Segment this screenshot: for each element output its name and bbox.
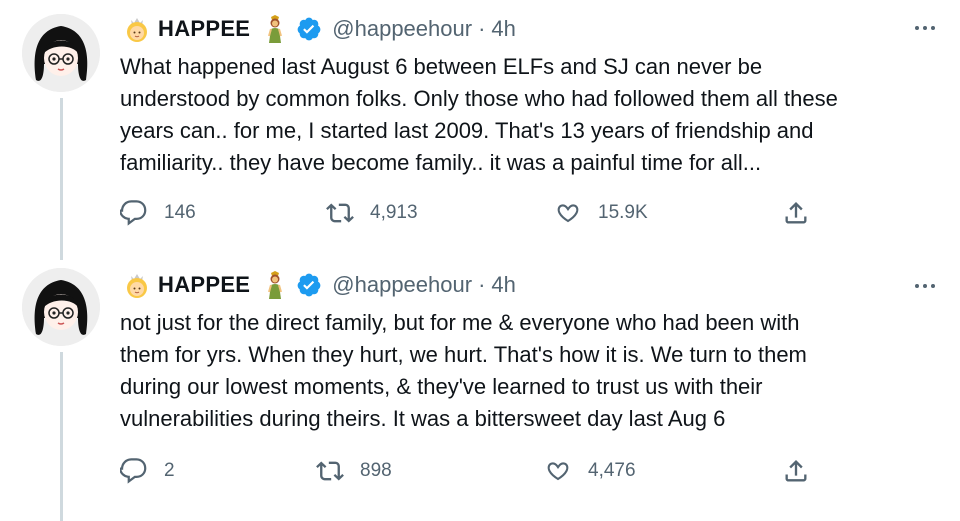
display-name[interactable]: HAPPEE [158,16,250,42]
handle[interactable]: @happeehour [332,272,472,298]
reply-button[interactable]: 2 [120,454,175,488]
woman-standing-emoji-icon [260,270,290,300]
woman-standing-emoji-icon [260,14,290,44]
thread-line [60,352,63,521]
reply-count: 146 [164,202,196,223]
share-icon [785,202,807,224]
share-button[interactable] [782,196,810,230]
avatar[interactable] [22,268,100,346]
retweet-button[interactable]: 4,913 [326,196,418,230]
tweet-text: not just for the direct family, but for … [120,310,807,431]
separator: · [478,272,486,297]
like-count: 4,476 [588,460,636,481]
retweet-count: 898 [360,460,392,481]
retweet-button[interactable]: 898 [316,454,392,488]
princess-emoji-icon [122,270,152,300]
reply-count: 2 [164,460,175,481]
display-name[interactable]: HAPPEE [158,272,250,298]
more-options-button[interactable] [908,16,942,40]
retweet-icon [326,203,354,223]
more-options-button[interactable] [908,274,942,298]
heart-icon [547,462,569,481]
tweet[interactable]: HAPPEE @happeehour · 4h What happened la… [0,0,960,260]
verified-badge-icon [296,16,322,42]
princess-emoji-icon [122,14,152,44]
like-button[interactable]: 15.9K [554,196,648,230]
like-count: 15.9K [598,202,648,223]
retweet-icon [316,461,344,481]
more-dots-icon [915,284,919,288]
reply-button[interactable]: 146 [120,196,196,230]
share-button[interactable] [782,454,810,488]
more-dots-icon [915,26,919,30]
separator: · [478,16,486,41]
verified-badge-icon [296,272,322,298]
timestamp[interactable]: 4h [491,16,515,42]
heart-icon [557,204,579,223]
reply-icon [120,200,147,226]
handle[interactable]: @happeehour [332,16,472,42]
like-button[interactable]: 4,476 [544,454,636,488]
tweet-header: HAPPEE @happeehour · 4h [122,270,516,300]
reply-icon [120,458,147,484]
tweet[interactable]: HAPPEE @happeehour · 4h not just for the… [0,260,960,521]
retweet-count: 4,913 [370,202,418,223]
tweet-header: HAPPEE @happeehour · 4h [122,14,516,44]
timestamp[interactable]: 4h [491,272,515,298]
avatar[interactable] [22,14,100,92]
thread-line [60,98,63,260]
tweet-actions: 2 898 4,476 [120,454,820,488]
tweet-actions: 146 4,913 15.9K [120,196,820,230]
share-icon [785,460,807,482]
tweet-text: What happened last August 6 between ELFs… [120,54,838,175]
